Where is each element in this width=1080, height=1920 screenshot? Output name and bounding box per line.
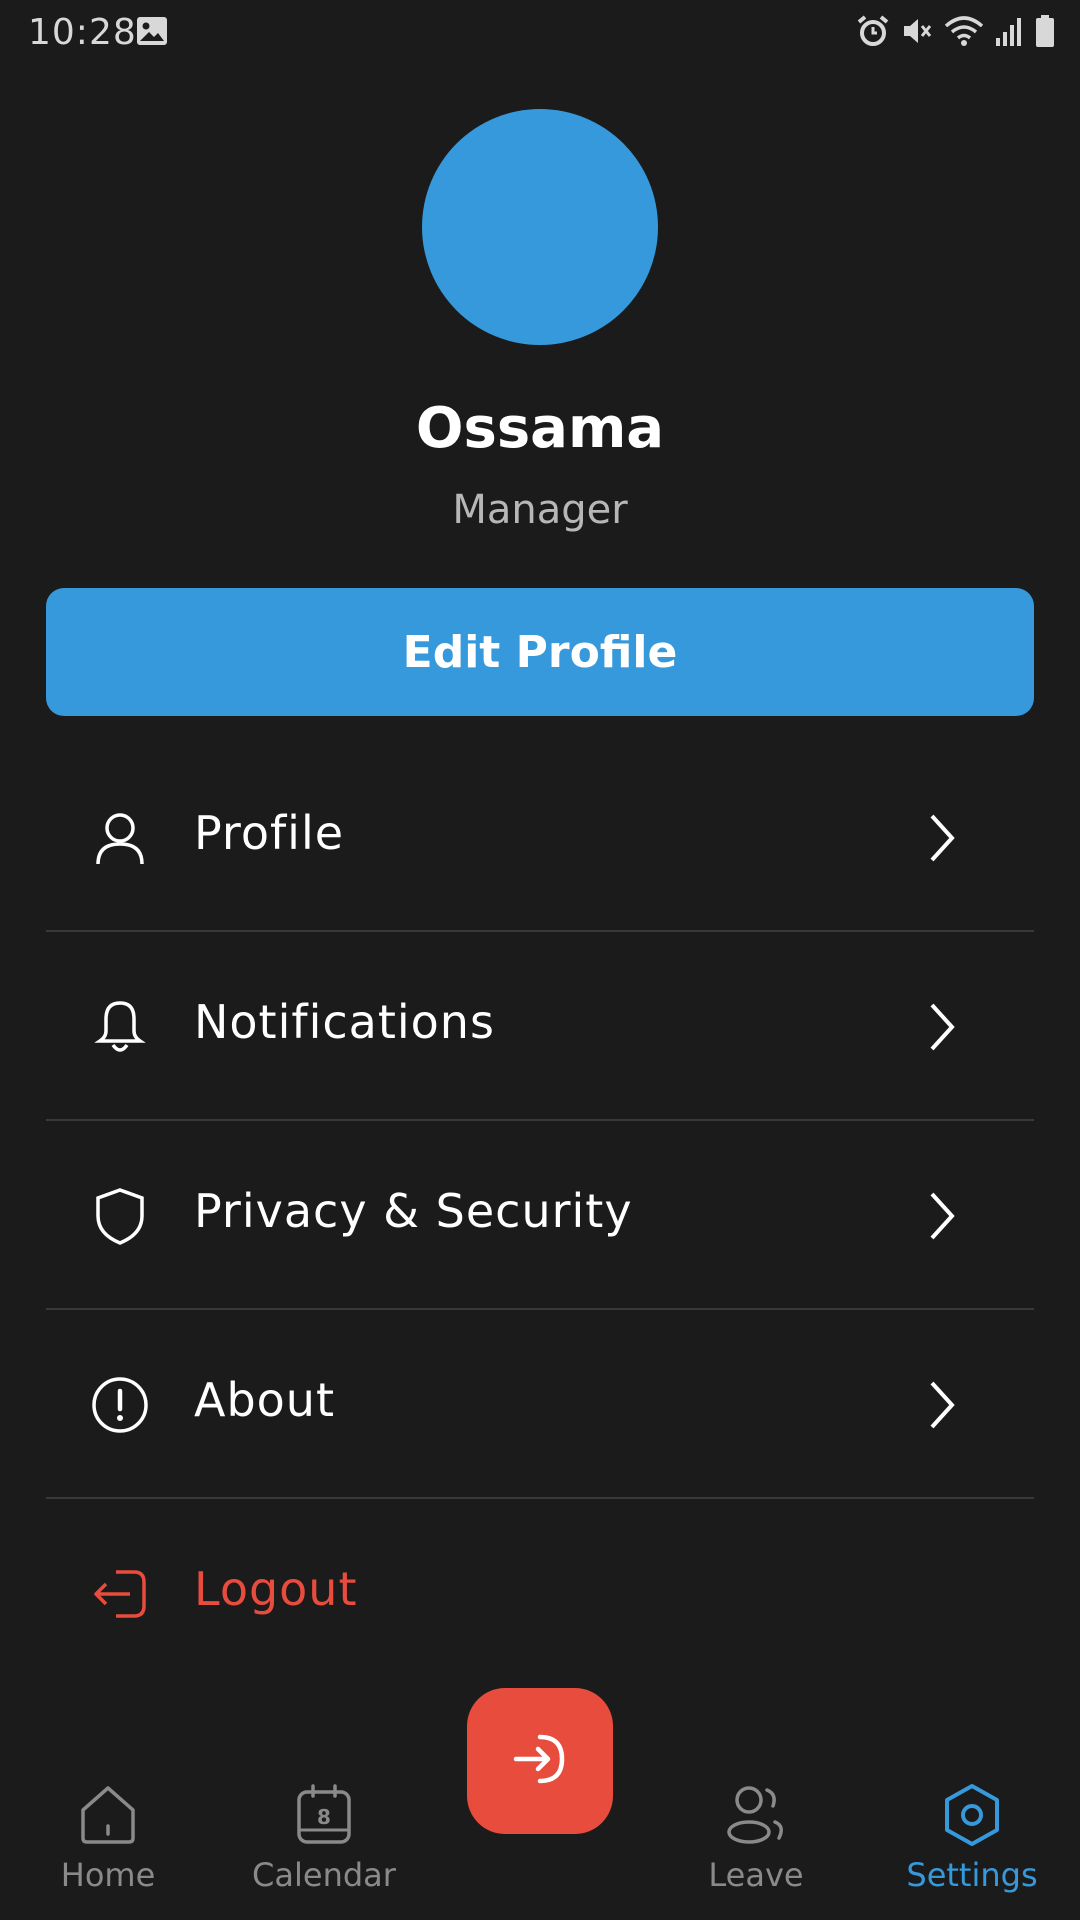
calendar-badge: 8	[317, 1805, 331, 1829]
status-bar: 10:28	[0, 0, 1080, 66]
status-icons	[856, 14, 1056, 48]
nav-label: Calendar	[252, 1856, 396, 1894]
menu-item-logout[interactable]: Logout	[46, 1498, 1034, 1686]
menu-item-label: About	[194, 1373, 336, 1427]
status-time: 10:28	[28, 12, 137, 53]
menu-item-privacy-security[interactable]: Privacy & Security	[46, 1120, 1034, 1310]
nav-item-calendar[interactable]: 8 Calendar	[224, 1780, 424, 1894]
user-icon	[90, 808, 150, 868]
menu-item-about[interactable]: About	[46, 1309, 1034, 1499]
chevron-right-icon	[924, 812, 958, 864]
logout-icon	[90, 1564, 150, 1624]
wifi-icon	[944, 14, 984, 48]
user-role: Manager	[452, 487, 628, 533]
chevron-right-icon	[924, 1379, 958, 1431]
avatar[interactable]	[422, 109, 658, 345]
chevron-right-icon	[924, 1190, 958, 1242]
menu-item-label: Privacy & Security	[194, 1184, 633, 1238]
mute-icon	[900, 14, 934, 48]
nav-item-home[interactable]: Home	[8, 1780, 208, 1894]
nav-item-leave[interactable]: Leave	[656, 1780, 856, 1894]
users-icon	[721, 1780, 791, 1850]
nav-label: Leave	[708, 1856, 804, 1894]
menu-item-label: Profile	[194, 806, 345, 860]
calendar-icon: 8	[289, 1780, 359, 1850]
battery-icon	[1034, 14, 1056, 48]
gallery-icon	[136, 16, 168, 46]
nav-label: Home	[60, 1856, 156, 1894]
signal-icon	[994, 14, 1024, 48]
nav-item-settings[interactable]: Settings	[872, 1780, 1072, 1894]
home-icon	[73, 1780, 143, 1850]
info-icon	[90, 1375, 150, 1435]
shield-icon	[90, 1186, 150, 1246]
menu-item-notifications[interactable]: Notifications	[46, 931, 1034, 1121]
menu-item-label: Logout	[194, 1562, 358, 1616]
menu-item-profile[interactable]: Profile	[46, 742, 1034, 932]
alarm-icon	[856, 14, 890, 48]
settings-icon	[937, 1780, 1007, 1850]
bell-icon	[90, 997, 150, 1057]
menu-item-label: Notifications	[194, 995, 495, 1049]
chevron-right-icon	[924, 1001, 958, 1053]
nav-label: Settings	[906, 1856, 1038, 1894]
settings-screen: 10:28 Ossama Manager Edit Profile Profil…	[0, 0, 1080, 1920]
edit-profile-button[interactable]: Edit Profile	[46, 588, 1034, 716]
bottom-nav: Home 8 Calendar Leave Settings	[0, 1760, 1080, 1920]
user-name: Ossama	[415, 396, 665, 461]
